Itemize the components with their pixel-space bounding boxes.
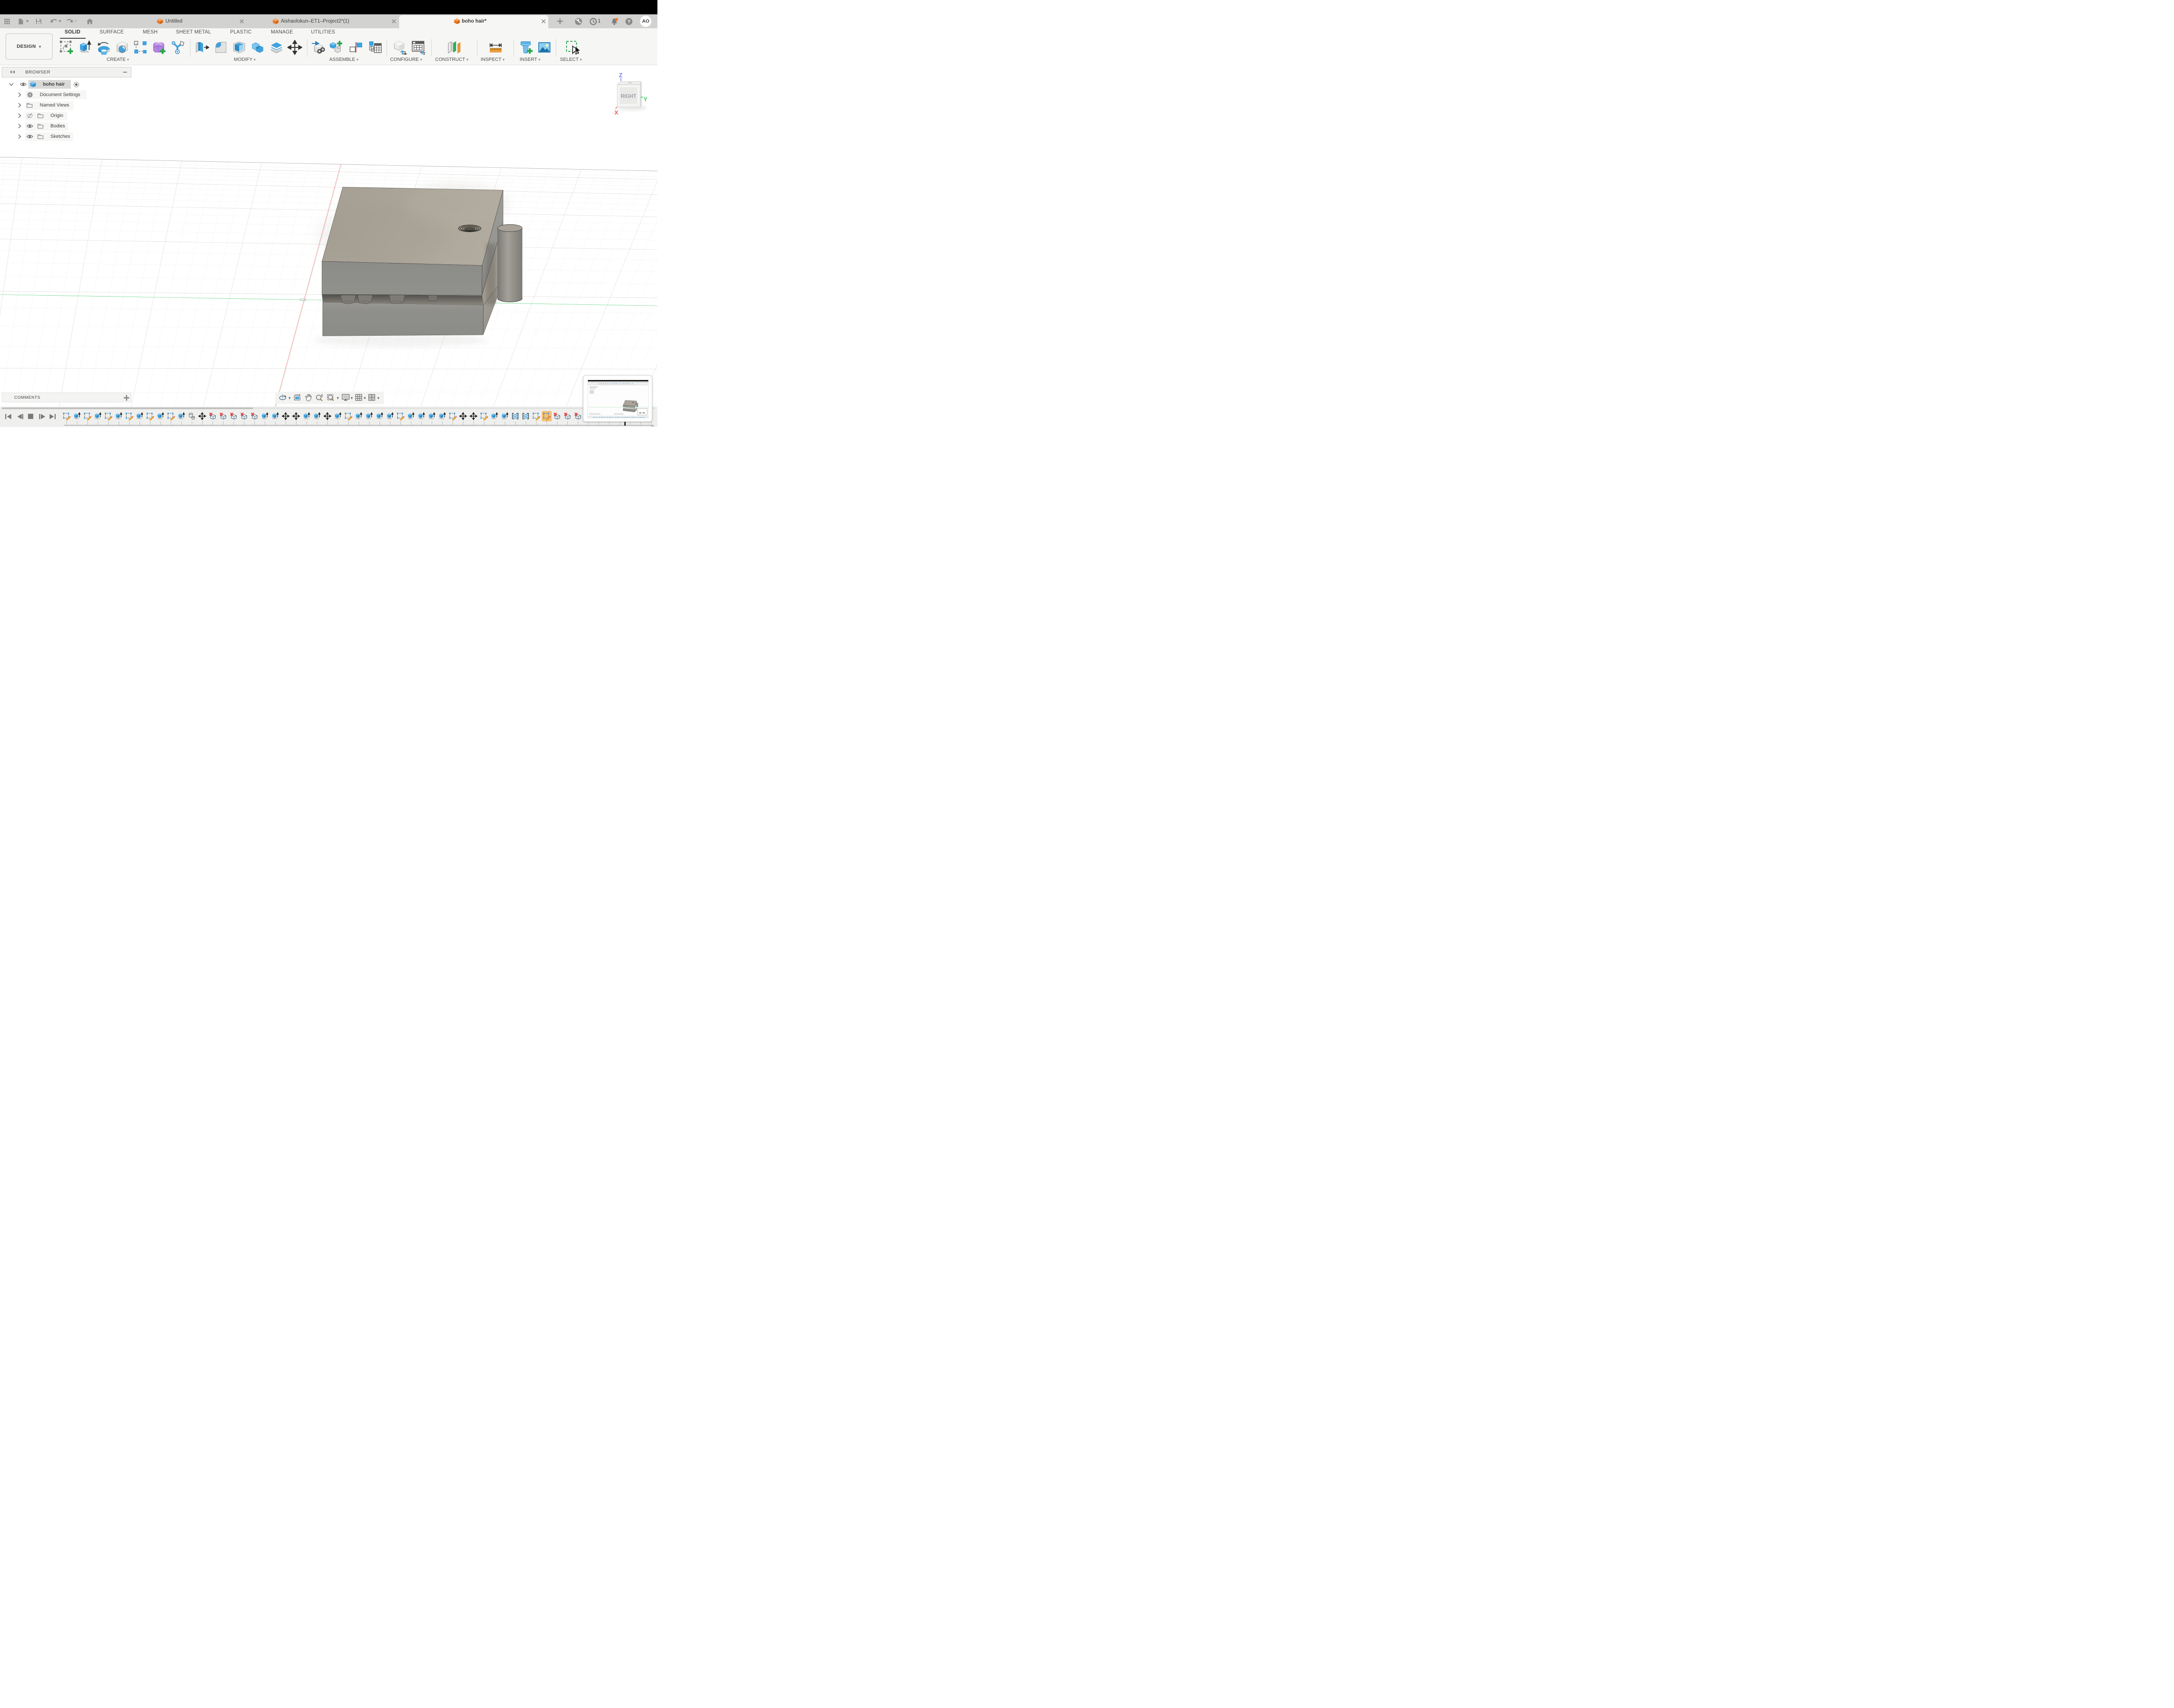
svg-text:?: ? xyxy=(627,19,630,24)
svg-text:Z: Z xyxy=(619,72,622,79)
svg-text:Y: Y xyxy=(644,96,647,103)
svg-text:RIGHT: RIGHT xyxy=(621,94,637,99)
svg-text:X: X xyxy=(614,110,618,116)
